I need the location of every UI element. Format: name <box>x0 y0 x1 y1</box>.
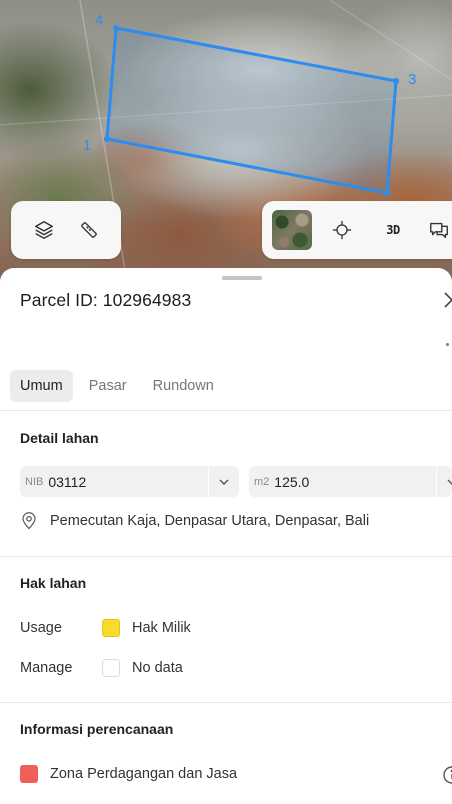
usage-color-swatch <box>102 619 120 637</box>
area-prefix: m2 <box>254 475 270 488</box>
tab-umum[interactable]: Umum <box>10 370 73 402</box>
manage-row: Manage No data <box>20 659 183 677</box>
manage-color-swatch <box>102 659 120 677</box>
info-icon[interactable] <box>442 765 452 785</box>
tab-pasar[interactable]: Pasar <box>79 370 137 402</box>
basemap-button[interactable] <box>272 210 312 250</box>
section-title-detail: Detail lahan <box>20 430 99 446</box>
chevron-down-icon <box>447 479 452 485</box>
section-title-planning: Informasi perencanaan <box>20 721 174 737</box>
measure-button[interactable] <box>69 210 109 250</box>
map-tools-right: 3D <box>262 201 452 259</box>
usage-row: Usage Hak Milik <box>20 619 191 637</box>
map-tools-left <box>11 201 121 259</box>
more-options-icon[interactable] <box>446 343 449 346</box>
usage-label: Usage <box>20 620 62 636</box>
close-icon[interactable] <box>442 290 452 310</box>
map-view[interactable]: 4 3 1 3D <box>0 0 452 300</box>
vertex-label-4: 4 <box>95 12 103 29</box>
tab-rundown[interactable]: Rundown <box>143 370 224 402</box>
divider <box>0 702 452 703</box>
ruler-icon <box>80 222 97 238</box>
drag-handle[interactable] <box>222 276 262 280</box>
area-dropdown-button[interactable] <box>436 466 452 497</box>
three-d-button[interactable]: 3D <box>373 210 413 250</box>
section-title-hak: Hak lahan <box>20 575 87 591</box>
feedback-button[interactable] <box>424 210 452 250</box>
nib-value: 03112 <box>48 473 87 490</box>
locate-button[interactable] <box>322 210 362 250</box>
vertex-label-3: 3 <box>408 71 416 88</box>
area-field[interactable]: m2 125.0 <box>249 466 452 497</box>
address-text: Pemecutan Kaja, Denpasar Utara, Denpasar… <box>50 513 370 529</box>
layers-button[interactable] <box>24 210 64 250</box>
three-d-label: 3D <box>386 223 400 237</box>
crosshair-icon <box>332 220 352 240</box>
zone-row[interactable]: Zona Perdagangan dan Jasa <box>20 765 237 783</box>
vertex-label-1: 1 <box>83 137 91 154</box>
chevron-down-icon <box>219 479 229 485</box>
address-row: Pemecutan Kaja, Denpasar Utara, Denpasar… <box>20 512 369 530</box>
tab-bar: Umum Pasar Rundown <box>10 370 224 402</box>
usage-value: Hak Milik <box>132 620 191 636</box>
divider <box>0 410 452 411</box>
divider <box>0 556 452 557</box>
nib-dropdown-button[interactable] <box>208 466 239 497</box>
area-value: 125.0 <box>274 473 310 490</box>
parcel-detail-sheet: Parcel ID: 102964983 Umum Pasar Rundown … <box>0 268 452 804</box>
zone-label: Zona Perdagangan dan Jasa <box>50 766 238 782</box>
location-pin-icon <box>22 512 36 530</box>
nib-prefix: NIB <box>25 475 44 488</box>
chat-icon <box>430 222 448 239</box>
parcel-polygon[interactable] <box>105 26 398 195</box>
nib-field[interactable]: NIB 03112 <box>20 466 239 497</box>
manage-label: Manage <box>20 660 73 676</box>
parcel-title: Parcel ID: 102964983 <box>20 290 192 310</box>
layers-icon <box>34 221 53 239</box>
manage-value: No data <box>132 660 183 676</box>
zone-color-swatch <box>20 765 38 783</box>
